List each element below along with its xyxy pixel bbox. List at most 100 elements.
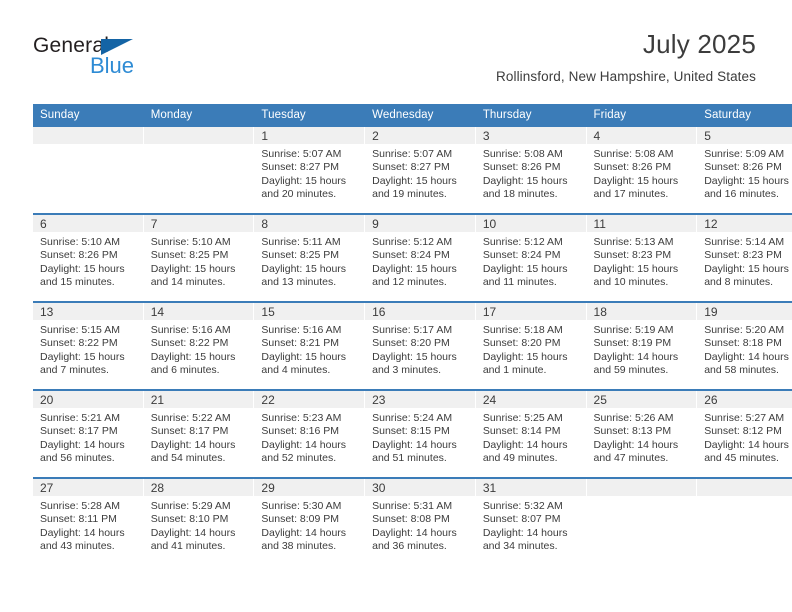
daylight-text-line1: Daylight: 15 hours — [261, 262, 347, 275]
calendar-day-cell[interactable]: 14 Sunrise: 5:16 AM Sunset: 8:22 PM Dayligh… — [143, 301, 255, 390]
sunrise-text: Sunrise: 5:12 AM — [372, 236, 453, 248]
calendar-day-cell[interactable]: 30 Sunrise: 5:31 AM Sunset: 8:08 PM Dayligh… — [365, 477, 476, 565]
calendar-day-cell[interactable]: 3 Sunrise: 5:08 AM Sunset: 8:26 PM Daylight… — [475, 127, 587, 214]
day-details: Sunrise: 5:24 AM Sunset: 8:15 PM Daylight:… — [365, 408, 476, 466]
calendar-day-cell[interactable]: 16 Sunrise: 5:17 AM Sunset: 8:20 PM Dayligh… — [365, 301, 476, 390]
day-cell-inner — [697, 479, 792, 565]
sunrise-text: Sunrise: 5:13 AM — [593, 236, 674, 248]
weekday-header-wednesday: Wednesday — [365, 104, 476, 127]
sunset-text: Sunset: 8:27 PM — [372, 161, 450, 174]
daylight-text-line1: Daylight: 14 hours — [40, 526, 125, 539]
day-number: 9 — [365, 215, 476, 232]
calendar-day-cell[interactable]: 27 Sunrise: 5:28 AM Sunset: 8:11 PM Dayligh… — [33, 477, 144, 565]
day-number: 23 — [365, 391, 476, 408]
daylight-text-line2: and 12 minutes. — [372, 276, 447, 289]
calendar-day-cell[interactable]: 9 Sunrise: 5:12 AM Sunset: 8:24 PM Daylight… — [365, 213, 476, 302]
logo-text-blue: Blue — [90, 53, 135, 78]
daylight-text-line2: and 11 minutes. — [482, 276, 557, 289]
day-cell-inner: 4 Sunrise: 5:08 AM Sunset: 8:26 PM Daylight… — [586, 127, 698, 213]
daylight-text-line2: and 54 minutes. — [150, 452, 226, 465]
calendar-day-cell[interactable]: 26 Sunrise: 5:27 AM Sunset: 8:12 PM Dayligh… — [697, 389, 792, 478]
sunrise-text: Sunrise: 5:25 AM — [482, 412, 563, 424]
day-cell-inner: 3 Sunrise: 5:08 AM Sunset: 8:26 PM Daylight… — [475, 127, 587, 213]
calendar-day-cell[interactable]: 8 Sunrise: 5:11 AM Sunset: 8:25 PM Daylight… — [254, 213, 366, 302]
calendar-day-cell[interactable]: 4 Sunrise: 5:08 AM Sunset: 8:26 PM Daylight… — [586, 127, 698, 214]
day-details: Sunrise: 5:12 AM Sunset: 8:24 PM Daylight:… — [476, 232, 587, 290]
day-details: Sunrise: 5:26 AM Sunset: 8:13 PM Daylight:… — [587, 408, 698, 466]
daylight-text-line1: Daylight: 15 hours — [40, 350, 125, 363]
day-details: Sunrise: 5:08 AM Sunset: 8:26 PM Daylight:… — [476, 144, 587, 202]
calendar-day-cell[interactable]: 10 Sunrise: 5:12 AM Sunset: 8:24 PM Dayligh… — [475, 213, 587, 302]
calendar-day-cell[interactable]: 11 Sunrise: 5:13 AM Sunset: 8:23 PM Dayligh… — [586, 213, 698, 302]
sunrise-text: Sunrise: 5:23 AM — [261, 412, 342, 424]
calendar-day-cell[interactable]: 6 Sunrise: 5:10 AM Sunset: 8:26 PM Daylight… — [33, 213, 144, 302]
day-number: 12 — [697, 215, 792, 232]
calendar-day-cell[interactable]: 25 Sunrise: 5:26 AM Sunset: 8:13 PM Dayligh… — [586, 389, 698, 478]
calendar-day-cell[interactable]: 1 Sunrise: 5:07 AM Sunset: 8:27 PM Daylight… — [254, 127, 366, 214]
calendar-day-cell[interactable]: 29 Sunrise: 5:30 AM Sunset: 8:09 PM Dayligh… — [254, 477, 366, 565]
day-details: Sunrise: 5:10 AM Sunset: 8:25 PM Daylight:… — [144, 232, 255, 290]
calendar-day-cell[interactable]: 31 Sunrise: 5:32 AM Sunset: 8:07 PM Dayligh… — [475, 477, 587, 565]
calendar-day-cell[interactable]: 24 Sunrise: 5:25 AM Sunset: 8:14 PM Dayligh… — [475, 389, 587, 478]
sunrise-text: Sunrise: 5:07 AM — [372, 148, 453, 160]
sunset-text: Sunset: 8:26 PM — [593, 161, 672, 174]
daylight-text-line2: and 15 minutes. — [40, 276, 115, 289]
sunset-text: Sunset: 8:15 PM — [372, 425, 450, 438]
daylight-text-line1: Daylight: 14 hours — [704, 350, 789, 363]
sunrise-text: Sunrise: 5:32 AM — [482, 500, 563, 512]
daylight-text-line2: and 4 minutes. — [261, 364, 331, 377]
location-subtitle: Rollinsford, New Hampshire, United State… — [496, 69, 756, 84]
daylight-text-line2: and 56 minutes. — [40, 452, 115, 465]
calendar-day-cell[interactable]: 7 Sunrise: 5:10 AM Sunset: 8:25 PM Daylight… — [143, 213, 255, 302]
day-number — [586, 479, 698, 496]
weekday-header-monday: Monday — [143, 104, 255, 127]
calendar-table: Sunday Monday Tuesday Wednesday Thursday… — [33, 104, 792, 565]
sunrise-text: Sunrise: 5:16 AM — [150, 324, 231, 336]
sunset-text: Sunset: 8:10 PM — [150, 513, 229, 526]
page-title: July 2025 — [642, 29, 756, 59]
daylight-text-line1: Daylight: 14 hours — [40, 438, 125, 451]
daylight-text-line2: and 10 minutes. — [593, 276, 669, 289]
sunrise-text: Sunrise: 5:14 AM — [704, 236, 785, 248]
day-number: 8 — [254, 215, 366, 232]
day-number: 3 — [475, 127, 587, 144]
calendar-day-cell[interactable]: 21 Sunrise: 5:22 AM Sunset: 8:17 PM Dayligh… — [143, 389, 255, 478]
sunset-text: Sunset: 8:26 PM — [482, 161, 561, 174]
daylight-text-line2: and 17 minutes. — [593, 188, 669, 201]
day-details: Sunrise: 5:27 AM Sunset: 8:12 PM Daylight:… — [697, 408, 792, 466]
day-number: 11 — [586, 215, 698, 232]
sunrise-text: Sunrise: 5:19 AM — [593, 324, 674, 336]
calendar-day-cell[interactable]: 22 Sunrise: 5:23 AM Sunset: 8:16 PM Dayligh… — [254, 389, 366, 478]
day-number: 16 — [365, 303, 476, 320]
daylight-text-line2: and 45 minutes. — [704, 452, 779, 465]
calendar-day-cell[interactable]: 18 Sunrise: 5:19 AM Sunset: 8:19 PM Dayligh… — [586, 301, 698, 390]
calendar-day-cell[interactable]: 28 Sunrise: 5:29 AM Sunset: 8:10 PM Dayligh… — [143, 477, 255, 565]
sunset-text: Sunset: 8:17 PM — [40, 425, 118, 438]
sunrise-text: Sunrise: 5:08 AM — [482, 148, 563, 160]
calendar-day-cell[interactable]: 23 Sunrise: 5:24 AM Sunset: 8:15 PM Dayligh… — [365, 389, 476, 478]
day-cell-inner: 27 Sunrise: 5:28 AM Sunset: 8:11 PM Dayligh… — [33, 479, 144, 565]
daylight-text-line2: and 38 minutes. — [261, 540, 337, 553]
calendar-day-cell[interactable]: 5 Sunrise: 5:09 AM Sunset: 8:26 PM Daylight… — [697, 127, 792, 214]
calendar-day-cell[interactable]: 15 Sunrise: 5:16 AM Sunset: 8:21 PM Dayligh… — [254, 301, 366, 390]
day-cell-inner: 31 Sunrise: 5:32 AM Sunset: 8:07 PM Dayligh… — [475, 479, 587, 565]
weekday-header-friday: Friday — [586, 104, 698, 127]
day-cell-inner: 28 Sunrise: 5:29 AM Sunset: 8:10 PM Dayligh… — [143, 479, 255, 565]
calendar-day-cell[interactable]: 12 Sunrise: 5:14 AM Sunset: 8:23 PM Dayligh… — [697, 213, 792, 302]
day-details: Sunrise: 5:09 AM Sunset: 8:26 PM Daylight:… — [697, 144, 792, 202]
calendar-page: General Blue July 2025 Rollinsford, New … — [0, 0, 792, 612]
general-blue-logo[interactable]: General Blue — [33, 34, 233, 80]
daylight-text-line2: and 7 minutes. — [40, 364, 109, 377]
daylight-text-line1: Daylight: 14 hours — [150, 526, 236, 539]
calendar-day-cell[interactable]: 20 Sunrise: 5:21 AM Sunset: 8:17 PM Dayligh… — [33, 389, 144, 478]
calendar-day-cell[interactable]: 2 Sunrise: 5:07 AM Sunset: 8:27 PM Daylight… — [365, 127, 476, 214]
daylight-text-line2: and 14 minutes. — [150, 276, 226, 289]
calendar-day-cell[interactable]: 19 Sunrise: 5:20 AM Sunset: 8:18 PM Dayligh… — [697, 301, 792, 390]
sunrise-text: Sunrise: 5:11 AM — [261, 236, 341, 248]
calendar-day-cell[interactable]: 17 Sunrise: 5:18 AM Sunset: 8:20 PM Dayligh… — [475, 301, 587, 390]
daylight-text-line2: and 3 minutes. — [372, 364, 441, 377]
day-number: 2 — [365, 127, 476, 144]
daylight-text-line2: and 34 minutes. — [482, 540, 558, 553]
calendar-day-cell[interactable]: 13 Sunrise: 5:15 AM Sunset: 8:22 PM Dayligh… — [33, 301, 144, 390]
day-details: Sunrise: 5:19 AM Sunset: 8:19 PM Daylight:… — [587, 320, 698, 378]
